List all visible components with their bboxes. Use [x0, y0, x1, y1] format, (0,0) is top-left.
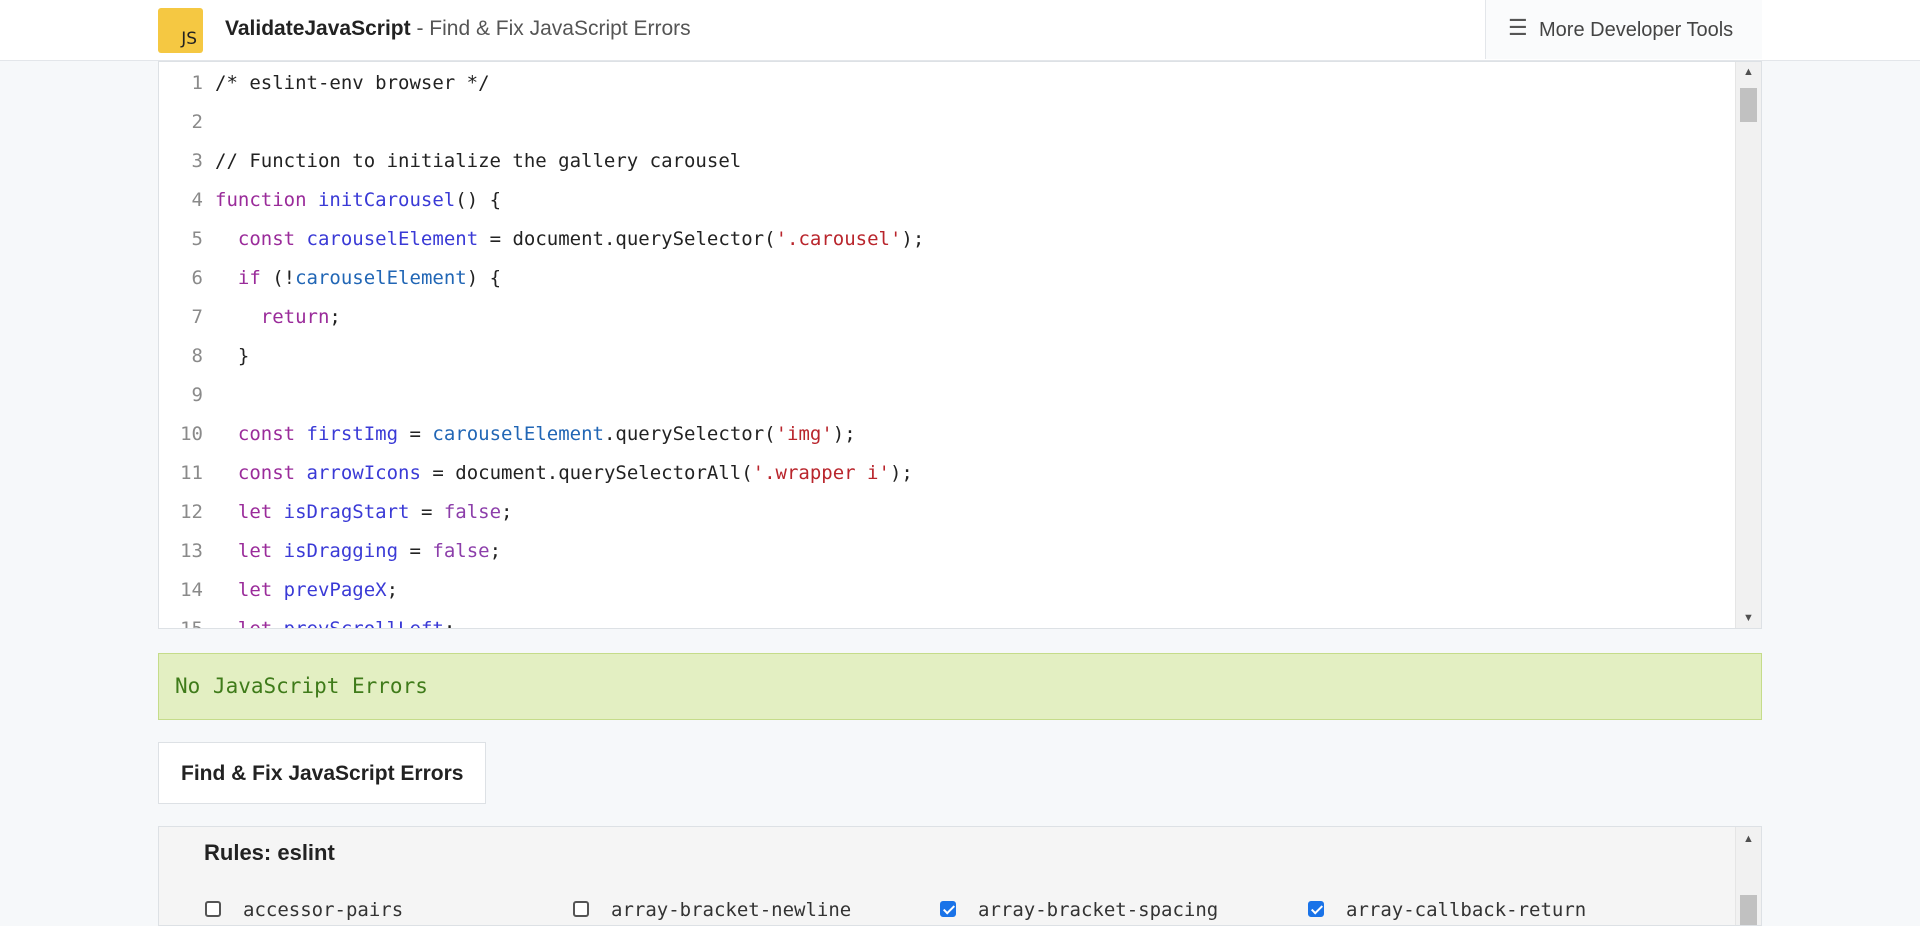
line-text[interactable]: return;: [215, 306, 341, 328]
more-developer-tools-button[interactable]: ☰ More Developer Tools: [1485, 0, 1762, 59]
line-text[interactable]: let isDragStart = false;: [215, 501, 513, 523]
tab-label: Find & Fix JavaScript Errors: [181, 762, 464, 785]
line-number: 1: [191, 72, 203, 94]
line-number: 11: [180, 462, 203, 484]
code-line[interactable]: 9: [159, 376, 1735, 415]
line-number: 6: [191, 267, 203, 289]
more-tools-label: More Developer Tools: [1539, 19, 1734, 41]
code-line[interactable]: 14 let prevPageX;: [159, 571, 1735, 610]
line-number: 10: [180, 423, 203, 445]
line-number: 4: [191, 189, 203, 211]
code-lines[interactable]: 1 /* eslint-env browser */ 2 3 // Functi…: [159, 64, 1735, 629]
line-text[interactable]: const carouselElement = document.querySe…: [215, 228, 924, 250]
line-text[interactable]: let prevPageX;: [215, 579, 398, 601]
scroll-down-arrow-icon[interactable]: ▼: [1736, 612, 1761, 624]
site-brand[interactable]: ValidateJavaScript - Find & Fix JavaScri…: [225, 17, 691, 41]
rules-panel: Rules: eslint accessor-pairs array-brack…: [158, 826, 1762, 926]
line-text[interactable]: // Function to initialize the gallery ca…: [215, 150, 741, 172]
line-number: 12: [180, 501, 203, 523]
line-text[interactable]: /* eslint-env browser */: [215, 72, 490, 94]
rule-label: array-bracket-newline: [611, 899, 852, 921]
tab-find-fix-errors[interactable]: Find & Fix JavaScript Errors: [158, 742, 486, 804]
line-text[interactable]: }: [215, 345, 249, 367]
rule-label: array-bracket-spacing: [978, 899, 1219, 921]
line-text[interactable]: if (!carouselElement) {: [215, 267, 501, 289]
line-number: 13: [180, 540, 203, 562]
code-line[interactable]: 5 const carouselElement = document.query…: [159, 220, 1735, 259]
code-line[interactable]: 10 const firstImg = carouselElement.quer…: [159, 415, 1735, 454]
brand-tagline: - Find & Fix JavaScript Errors: [410, 17, 691, 40]
validation-status: No JavaScript Errors: [158, 653, 1762, 720]
code-line[interactable]: 6 if (!carouselElement) {: [159, 259, 1735, 298]
code-line[interactable]: 13 let isDragging = false;: [159, 532, 1735, 571]
line-text[interactable]: const firstImg = carouselElement.querySe…: [215, 423, 856, 445]
code-line[interactable]: 12 let isDragStart = false;: [159, 493, 1735, 532]
rules-title: Rules: eslint: [204, 840, 335, 865]
line-text[interactable]: let isDragging = false;: [215, 540, 501, 562]
code-line[interactable]: 8 }: [159, 337, 1735, 376]
scroll-up-arrow-icon[interactable]: ▲: [1736, 66, 1761, 78]
status-message: No JavaScript Errors: [175, 674, 428, 698]
code-line[interactable]: 2: [159, 103, 1735, 142]
code-line[interactable]: 15 let prevScrollLeft;: [159, 610, 1735, 629]
line-text[interactable]: function initCarousel() {: [215, 189, 501, 211]
line-number: 8: [191, 345, 203, 367]
line-number: 9: [191, 384, 203, 406]
line-number: 3: [191, 150, 203, 172]
line-text[interactable]: let prevScrollLeft;: [215, 618, 455, 628]
rule-label: accessor-pairs: [243, 899, 404, 921]
scroll-up-arrow-icon[interactable]: ▲: [1736, 833, 1761, 845]
brand-name: ValidateJavaScript: [225, 17, 411, 40]
code-line[interactable]: 11 const arrowIcons = document.querySele…: [159, 454, 1735, 493]
code-line[interactable]: 3 // Function to initialize the gallery …: [159, 142, 1735, 181]
line-text[interactable]: const arrowIcons = document.querySelecto…: [215, 462, 913, 484]
editor-scrollbar[interactable]: ▲ ▼: [1735, 62, 1761, 628]
rules-scrollbar[interactable]: ▲: [1735, 827, 1761, 925]
line-number: 2: [191, 111, 203, 133]
scrollbar-thumb[interactable]: [1740, 895, 1757, 925]
code-line[interactable]: 1 /* eslint-env browser */: [159, 64, 1735, 103]
rule-checkbox[interactable]: [205, 901, 221, 917]
rule-checkbox[interactable]: [573, 901, 589, 917]
menu-icon: ☰: [1508, 15, 1528, 40]
line-number: 15: [180, 618, 203, 629]
top-navbar: JS ValidateJavaScript - Find & Fix JavaS…: [0, 0, 1920, 61]
code-editor[interactable]: 1 /* eslint-env browser */ 2 3 // Functi…: [158, 61, 1762, 629]
rule-label: array-callback-return: [1346, 899, 1587, 921]
line-number: 5: [191, 228, 203, 250]
code-line[interactable]: 4 function initCarousel() {: [159, 181, 1735, 220]
scrollbar-thumb[interactable]: [1740, 88, 1757, 122]
line-number: 7: [191, 306, 203, 328]
line-number: 14: [180, 579, 203, 601]
rule-checkbox[interactable]: [940, 901, 956, 917]
js-logo[interactable]: JS: [158, 8, 203, 53]
rule-checkbox[interactable]: [1308, 901, 1324, 917]
code-line[interactable]: 7 return;: [159, 298, 1735, 337]
logo-text: JS: [181, 29, 197, 49]
